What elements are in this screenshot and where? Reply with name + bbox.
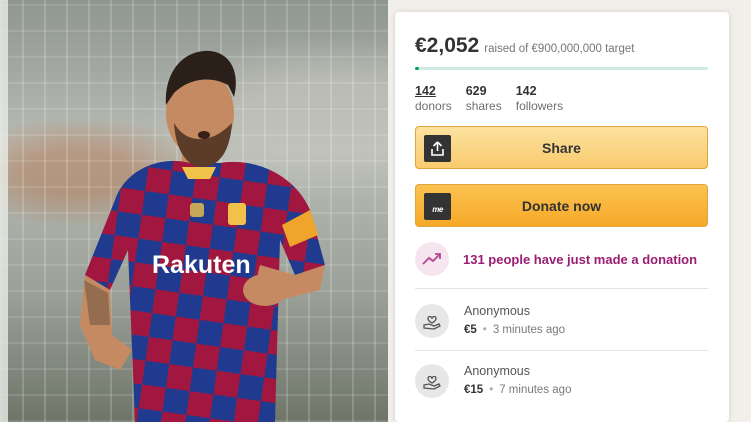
progress-bar <box>415 67 708 70</box>
donor-hand-heart-icon <box>415 364 449 398</box>
share-upload-icon <box>424 135 451 162</box>
share-button-label: Share <box>542 139 581 156</box>
hero-photo: Rakuten <box>0 0 388 422</box>
stats-row: 142 donors 629 shares 142 followers <box>415 84 563 114</box>
trending-up-icon <box>415 242 449 276</box>
recent-activity: 131 people have just made a donation <box>415 242 697 276</box>
gofundme-logo-icon: me <box>424 193 451 220</box>
stat-followers: 142 followers <box>516 84 563 114</box>
stat-donors-value[interactable]: 142 <box>415 84 452 99</box>
stat-donors-label: donors <box>415 99 452 113</box>
donate-button[interactable]: me Donate now <box>415 184 708 227</box>
donor-name: Anonymous <box>464 364 531 378</box>
target-caption: raised of €900,000,000 target <box>484 43 635 55</box>
donation-card: €2,052 raised of €900,000,000 target 142… <box>395 12 729 422</box>
divider <box>415 288 708 289</box>
donor-hand-heart-icon <box>415 304 449 338</box>
stat-donors[interactable]: 142 donors <box>415 84 452 114</box>
donor-name: Anonymous <box>464 304 531 318</box>
sponsor-text: Rakuten <box>152 251 251 279</box>
divider <box>415 350 708 351</box>
donate-button-label: Donate now <box>521 197 602 214</box>
progress-bar-fill <box>415 67 419 70</box>
donation-time: 7 minutes ago <box>499 384 572 396</box>
stat-shares: 629 shares <box>466 84 502 114</box>
donation-amount: €5 <box>464 324 477 336</box>
separator-dot: • <box>489 384 494 396</box>
player-figure: Rakuten <box>80 50 325 422</box>
donation-time: 3 minutes ago <box>492 324 566 336</box>
separator-dot: • <box>482 324 487 336</box>
stat-followers-label: followers <box>515 99 564 113</box>
donation-amount: €15 <box>464 384 484 396</box>
raised-amount: €2,052 <box>415 34 480 57</box>
stat-shares-value: 629 <box>465 84 487 98</box>
recent-activity-text: 131 people have just made a donation <box>463 251 698 267</box>
stat-shares-label: shares <box>465 99 502 113</box>
donation-item: Anonymous €5 • 3 minutes ago <box>415 303 565 338</box>
photo-goal-post <box>0 0 8 422</box>
donation-item: Anonymous €15 • 7 minutes ago <box>415 363 571 398</box>
donate-icon-text: me <box>432 205 443 214</box>
share-button[interactable]: Share <box>415 126 708 169</box>
stat-followers-value: 142 <box>515 84 537 98</box>
amount-row: €2,052 raised of €900,000,000 target <box>415 34 635 58</box>
